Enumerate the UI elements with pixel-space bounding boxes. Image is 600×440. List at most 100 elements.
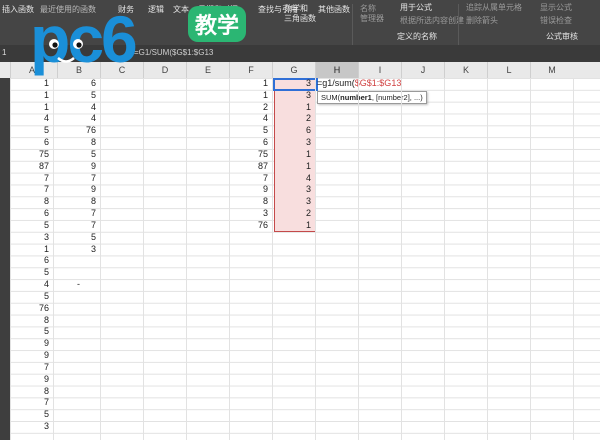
use-in-formula-button[interactable]: 用于公式	[400, 2, 432, 13]
cell-a26[interactable]: 9	[10, 374, 49, 386]
cell-a30[interactable]: 3	[10, 421, 49, 433]
column-header-g[interactable]: G	[272, 62, 315, 78]
column-header-m[interactable]: M	[530, 62, 573, 78]
cell-a2[interactable]: 1	[10, 90, 49, 102]
cell-g4[interactable]: 2	[272, 113, 311, 125]
cell-g11[interactable]: 3	[272, 196, 311, 208]
cell-a4[interactable]: 4	[10, 113, 49, 125]
cell-g6[interactable]: 3	[272, 137, 311, 149]
cell-a14[interactable]: 3	[10, 232, 49, 244]
cell-g12[interactable]: 2	[272, 208, 311, 220]
grid-line	[530, 78, 531, 440]
tooltip-func: SUM(	[321, 92, 341, 102]
cell-a17[interactable]: 5	[10, 267, 49, 279]
cell-a3[interactable]: 1	[10, 102, 49, 114]
cell-a28[interactable]: 7	[10, 397, 49, 409]
cell-b13[interactable]: 7	[57, 220, 96, 232]
cell-a5[interactable]: 5	[10, 125, 49, 137]
cell-g9[interactable]: 4	[272, 173, 311, 185]
worksheet-grid[interactable]: =g1/sum($G$1:$G13 SUM(number1, [number2]…	[10, 78, 600, 440]
cell-g7[interactable]: 1	[272, 149, 311, 161]
cell-b14[interactable]: 5	[57, 232, 96, 244]
grid-line	[401, 78, 402, 440]
cell-b10[interactable]: 9	[57, 184, 96, 196]
cell-b12[interactable]: 7	[57, 208, 96, 220]
cell-f9[interactable]: 7	[229, 173, 268, 185]
grid-line	[186, 78, 187, 440]
cell-a16[interactable]: 6	[10, 255, 49, 267]
cell-b8[interactable]: 9	[57, 161, 96, 173]
column-header-k[interactable]: K	[444, 62, 487, 78]
cell-a25[interactable]: 7	[10, 362, 49, 374]
cell-a10[interactable]: 7	[10, 184, 49, 196]
cell-f4[interactable]: 4	[229, 113, 268, 125]
cell-b15[interactable]: 3	[57, 244, 96, 256]
name-manager-button[interactable]: 名称 管理器	[360, 4, 384, 24]
column-header-l[interactable]: L	[487, 62, 530, 78]
cell-b2[interactable]: 5	[57, 90, 96, 102]
cell-a11[interactable]: 8	[10, 196, 49, 208]
cell-b4[interactable]: 4	[57, 113, 96, 125]
cell-a19[interactable]: 5	[10, 291, 49, 303]
cell-f2[interactable]: 1	[229, 90, 268, 102]
math-trig-button[interactable]: 数学和 三角函数	[284, 4, 316, 24]
column-header-j[interactable]: J	[401, 62, 444, 78]
cell-a9[interactable]: 7	[10, 173, 49, 185]
cell-b11[interactable]: 8	[57, 196, 96, 208]
cell-a21[interactable]: 8	[10, 315, 49, 327]
logo-pupil-left	[52, 42, 58, 48]
cell-a18[interactable]: 4	[10, 279, 49, 291]
cell-g5[interactable]: 6	[272, 125, 311, 137]
cell-f10[interactable]: 9	[229, 184, 268, 196]
cell-g10[interactable]: 3	[272, 184, 311, 196]
cell-b6[interactable]: 8	[57, 137, 96, 149]
trace-dependents-button[interactable]: 追踪从属单元格	[466, 2, 522, 13]
cell-a29[interactable]: 5	[10, 409, 49, 421]
cell-edit-formula[interactable]: =g1/sum($G$1:$G13	[317, 78, 401, 90]
cell-f11[interactable]: 8	[229, 196, 268, 208]
cell-f3[interactable]: 2	[229, 102, 268, 114]
defined-names-group-label: 定义的名称	[397, 32, 437, 41]
cell-b3[interactable]: 4	[57, 102, 96, 114]
cell-f5[interactable]: 5	[229, 125, 268, 137]
show-formulas-button[interactable]: 显示公式	[540, 2, 572, 13]
cell-a20[interactable]: 76	[10, 303, 49, 315]
cell-a8[interactable]: 87	[10, 161, 49, 173]
cell-g3[interactable]: 1	[272, 102, 311, 114]
cell-a12[interactable]: 6	[10, 208, 49, 220]
cell-a6[interactable]: 6	[10, 137, 49, 149]
create-from-selection-button[interactable]: 根据所选内容创建	[400, 15, 464, 26]
cell-g8[interactable]: 1	[272, 161, 311, 173]
column-header-i[interactable]: I	[358, 62, 401, 78]
cell-f7[interactable]: 75	[229, 149, 268, 161]
pc6-logo: pc6 教学	[30, 2, 246, 76]
cell-a23[interactable]: 9	[10, 338, 49, 350]
cell-a7[interactable]: 75	[10, 149, 49, 161]
logo-pupil-right	[76, 42, 82, 48]
cell-f8[interactable]: 87	[229, 161, 268, 173]
tooltip-arg1: number1	[340, 92, 372, 102]
more-functions-button[interactable]: 其他函数	[318, 4, 350, 15]
cell-a27[interactable]: 8	[10, 386, 49, 398]
name-box[interactable]: 1	[2, 48, 6, 57]
cell-a22[interactable]: 5	[10, 326, 49, 338]
cell-g2[interactable]: 3	[272, 90, 311, 102]
cell-b9[interactable]: 7	[57, 173, 96, 185]
grid-line	[143, 78, 144, 440]
cell-b7[interactable]: 5	[57, 149, 96, 161]
stray-dash-mark: -	[77, 279, 80, 290]
cell-a24[interactable]: 9	[10, 350, 49, 362]
column-header-h[interactable]: H	[315, 62, 358, 78]
logo-badge-text: 教学	[195, 13, 239, 39]
cell-a15[interactable]: 1	[10, 244, 49, 256]
remove-arrows-button[interactable]: 删除箭头	[466, 15, 498, 26]
error-checking-button[interactable]: 错误检查	[540, 15, 572, 26]
cell-f13[interactable]: 76	[229, 220, 268, 232]
cell-g1[interactable]: 3	[272, 78, 311, 90]
cell-f12[interactable]: 3	[229, 208, 268, 220]
cell-a13[interactable]: 5	[10, 220, 49, 232]
cell-f6[interactable]: 6	[229, 137, 268, 149]
cell-b5[interactable]: 76	[57, 125, 96, 137]
tooltip-rest: , [number2], ...)	[371, 92, 423, 102]
cell-g13[interactable]: 1	[272, 220, 311, 232]
